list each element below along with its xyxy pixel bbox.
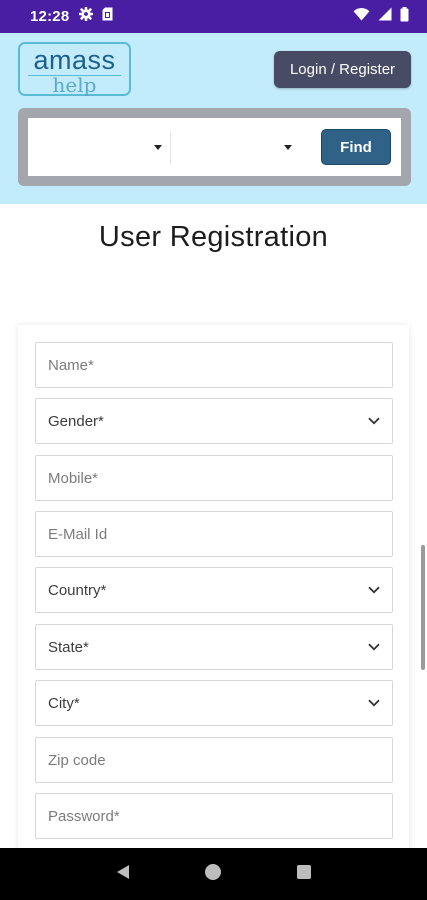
chevron-down-icon — [368, 586, 380, 594]
gender-label: Gender* — [48, 412, 104, 430]
search-select-primary[interactable] — [32, 130, 164, 164]
amass-help-logo[interactable]: amass help — [18, 42, 131, 97]
name-placeholder: Name* — [48, 356, 94, 374]
caret-down-icon — [154, 144, 162, 150]
logo-text-amass: amass — [33, 45, 116, 75]
system-nav-bar — [0, 848, 427, 900]
mobile-field[interactable]: Mobile* — [35, 455, 393, 501]
status-bar: 12:28 — [0, 0, 427, 33]
battery-icon — [400, 6, 409, 27]
state-label: State* — [48, 638, 89, 656]
signal-icon — [378, 7, 392, 26]
search-form: Find — [28, 118, 401, 176]
gear-icon — [78, 6, 94, 26]
logo-text-help: help — [52, 73, 97, 97]
scrollbar-thumb[interactable] — [421, 545, 425, 670]
sim-card-icon — [102, 7, 113, 26]
search-panel: Find — [18, 108, 411, 186]
name-field[interactable]: Name* — [35, 342, 393, 388]
recents-icon[interactable] — [295, 863, 313, 886]
state-select[interactable]: State* — [35, 624, 393, 670]
zip-code-placeholder: Zip code — [48, 751, 106, 769]
status-right-icons — [353, 6, 409, 27]
back-icon[interactable] — [114, 863, 132, 886]
country-select[interactable]: Country* — [35, 567, 393, 613]
password-field[interactable]: Password* — [35, 793, 393, 839]
chevron-down-icon — [368, 417, 380, 425]
registration-form: Name* Gender* Mobile* E-Mail Id Country*… — [18, 325, 409, 865]
city-select[interactable]: City* — [35, 680, 393, 726]
zip-code-field[interactable]: Zip code — [35, 737, 393, 783]
page-title: User Registration — [98, 221, 329, 253]
status-left-icons — [78, 6, 113, 26]
city-label: City* — [48, 694, 80, 712]
mobile-placeholder: Mobile* — [48, 469, 99, 487]
password-placeholder: Password* — [48, 807, 120, 825]
status-time: 12:28 — [30, 8, 70, 25]
email-placeholder: E-Mail Id — [48, 525, 108, 543]
wifi-icon — [353, 7, 370, 26]
registration-screen: 12:28 amass help Login / Register Find U… — [0, 0, 427, 900]
chevron-down-icon — [368, 643, 380, 651]
search-select-secondary[interactable] — [170, 130, 294, 164]
find-button[interactable]: Find — [321, 129, 391, 165]
email-field[interactable]: E-Mail Id — [35, 511, 393, 557]
login-register-button[interactable]: Login / Register — [274, 51, 411, 88]
app-header: amass help Login / Register Find — [0, 33, 427, 204]
gender-select[interactable]: Gender* — [35, 398, 393, 444]
chevron-down-icon — [368, 699, 380, 707]
country-label: Country* — [48, 581, 107, 599]
home-icon[interactable] — [204, 863, 222, 886]
caret-down-icon — [284, 144, 292, 150]
